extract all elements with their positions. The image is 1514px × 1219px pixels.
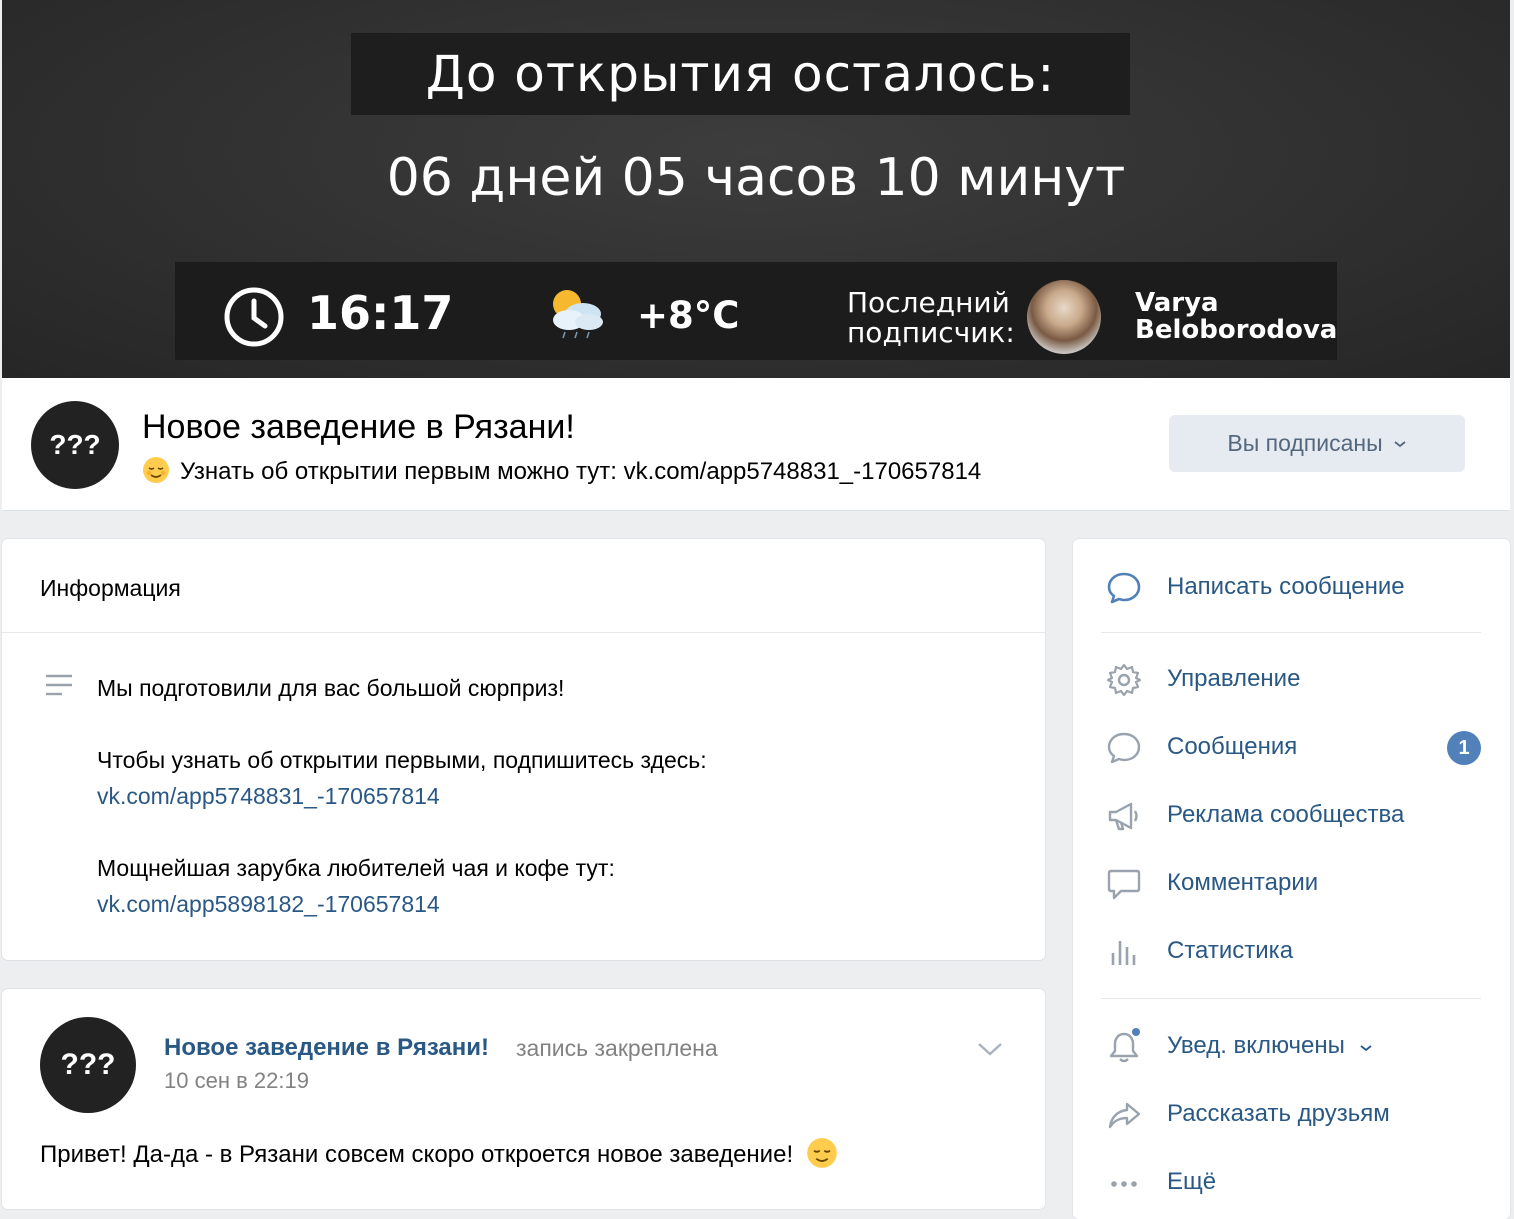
sidebar-item-messages[interactable]: Сообщения 1 <box>1073 723 1510 773</box>
temperature: +8°C <box>637 294 740 337</box>
partly-cloudy-icon <box>553 290 603 339</box>
group-status: Узнать об открытии первым можно тут: vk.… <box>142 456 981 486</box>
info-line-2: Чтобы узнать об открытии первыми, подпиш… <box>97 747 707 773</box>
info-divider <box>2 632 1045 633</box>
subscriber-avatar <box>1027 280 1101 354</box>
countdown-text: 06 дней 05 часов 10 минут <box>386 148 1126 208</box>
post-author-avatar[interactable]: ??? <box>40 1017 136 1113</box>
sidebar-divider <box>1101 632 1481 633</box>
write-message-label: Написать сообщение <box>1167 573 1405 600</box>
notifications-label-text: Увед. включены <box>1167 1032 1345 1059</box>
megaphone-icon <box>1108 802 1138 831</box>
chevron-down-icon <box>1360 1045 1372 1052</box>
more-button[interactable]: Ещё <box>1073 1158 1510 1208</box>
post-pinned-label: запись закреплена <box>516 1035 718 1061</box>
cover-info-bar: 16:17 +8°C Последний подписчик: Varya Be… <box>175 262 1337 360</box>
post-text: Привет! Да-да - в Рязани совсем скоро от… <box>40 1137 848 1169</box>
share-label: Рассказать друзьям <box>1167 1100 1390 1127</box>
cover-banner: До открытия осталось: 06 дней 05 часов 1… <box>2 0 1510 378</box>
unread-badge: 1 <box>1447 731 1481 765</box>
notifications-toggle[interactable]: Увед. включены <box>1073 1022 1510 1072</box>
info-card: Информация Мы подготовили для вас большо… <box>2 539 1045 960</box>
last-subscriber-label: Последний подписчик: <box>847 288 1015 348</box>
post-author[interactable]: Новое заведение в Рязани! <box>164 1034 489 1062</box>
group-status-text: Узнать об открытии первым можно тут: vk.… <box>180 458 982 485</box>
chevron-down-icon[interactable] <box>976 1041 1004 1057</box>
subscriber-last-name: Beloborodova <box>1135 315 1338 345</box>
group-header: ??? Новое заведение в Рязани! Узнать об … <box>2 378 1510 511</box>
clock-icon <box>224 287 284 347</box>
subscriber-first-name: Varya <box>1135 288 1219 318</box>
subscribed-button[interactable]: Вы подписаны <box>1169 415 1465 472</box>
last-subscriber-label-line2: подписчик: <box>847 316 1015 349</box>
comment-icon <box>1107 869 1141 900</box>
gear-icon <box>1106 663 1142 697</box>
sidebar-item-management[interactable]: Управление <box>1073 655 1510 705</box>
relieved-face-icon <box>143 457 169 483</box>
more-dots-icon <box>1111 1181 1137 1187</box>
stats-label: Статистика <box>1167 937 1294 964</box>
sidebar-item-ads[interactable]: Реклама сообщества <box>1073 791 1510 841</box>
sidebar-divider <box>1101 998 1481 999</box>
cover-title: До открытия осталось: <box>351 33 1130 115</box>
chat-bubble-icon <box>1107 732 1141 764</box>
ads-label: Реклама сообщества <box>1167 801 1405 828</box>
description-icon <box>46 674 72 696</box>
current-time: 16:17 <box>307 286 454 340</box>
sidebar-item-stats[interactable]: Статистика <box>1073 927 1510 977</box>
comments-label: Комментарии <box>1167 869 1319 896</box>
stats-icon <box>1111 941 1136 965</box>
subscriber-name: Varya Beloborodova <box>1135 290 1337 344</box>
management-label: Управление <box>1167 665 1301 692</box>
info-title: Информация <box>40 575 181 601</box>
relieved-face-icon <box>806 1138 837 1168</box>
last-subscriber-label-line1: Последний <box>847 286 1010 319</box>
pinned-post: ??? Новое заведение в Рязани! запись зак… <box>2 989 1045 1209</box>
share-button[interactable]: Рассказать друзьям <box>1073 1090 1510 1140</box>
notifications-label: Увед. включены <box>1167 1032 1374 1060</box>
message-bubble-icon <box>1107 572 1141 604</box>
subscribed-button-label: Вы подписаны <box>1227 430 1383 456</box>
share-arrow-icon <box>1108 1102 1141 1129</box>
write-message-button[interactable]: Написать сообщение <box>1073 563 1510 613</box>
info-line-3: Мощнейшая зарубка любителей чая и кофе т… <box>97 855 615 881</box>
info-line-1: Мы подготовили для вас большой сюрприз! <box>97 675 565 701</box>
sidebar-actions: Написать сообщение Управление Сообщения … <box>1073 539 1510 1219</box>
group-avatar[interactable]: ??? <box>31 401 119 489</box>
sidebar-item-comments[interactable]: Комментарии <box>1073 859 1510 909</box>
messages-label: Сообщения <box>1167 733 1298 760</box>
post-text-content: Привет! Да-да - в Рязани совсем скоро от… <box>40 1141 794 1168</box>
info-link-2[interactable]: vk.com/app5898182_-170657814 <box>97 886 440 922</box>
info-link-1[interactable]: vk.com/app5748831_-170657814 <box>97 778 440 814</box>
chevron-down-icon <box>1394 440 1406 447</box>
bell-icon <box>1109 1028 1140 1063</box>
more-label: Ещё <box>1167 1168 1217 1195</box>
group-name: Новое заведение в Рязани! <box>142 408 575 446</box>
post-date[interactable]: 10 сен в 22:19 <box>164 1068 309 1094</box>
